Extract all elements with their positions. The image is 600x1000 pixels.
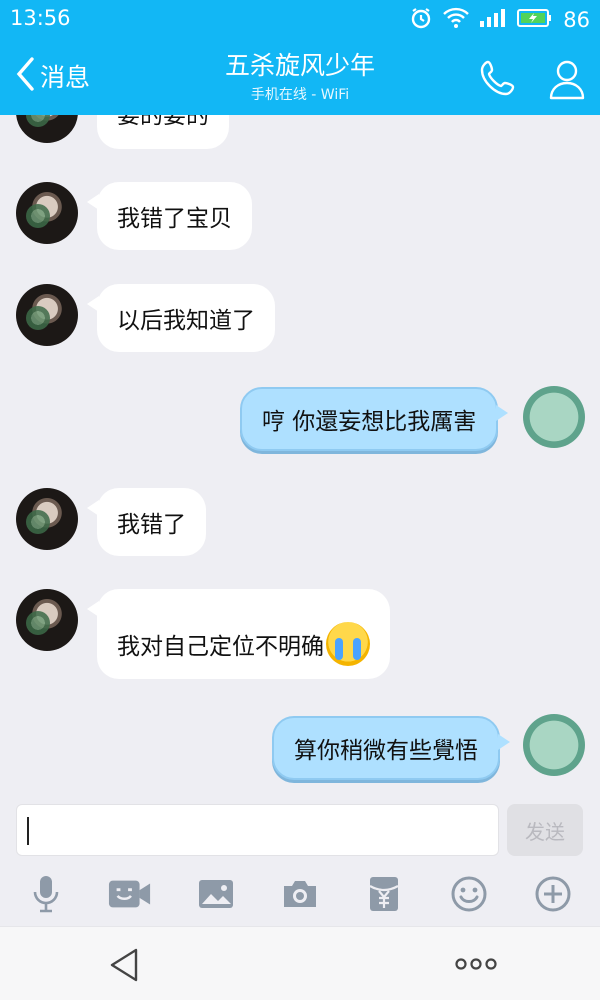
message-input[interactable] (16, 804, 499, 856)
alarm-icon (409, 6, 433, 34)
message-bubble-incoming[interactable]: 我错了 (87, 488, 206, 556)
status-time: 13:56 (10, 6, 71, 30)
battery-level: 86 (563, 8, 590, 32)
message-list[interactable]: 要的要的 我错了宝贝 以后我知道了 哼 你還妄想比我厲害 我错了 我对自己定位不… (0, 115, 600, 798)
message-text: 算你稍微有些覺悟 (294, 738, 478, 764)
more-dots-icon[interactable] (454, 956, 498, 975)
contact-avatar[interactable] (16, 488, 78, 550)
contact-avatar[interactable] (16, 182, 78, 244)
send-button[interactable]: 发送 (507, 804, 583, 856)
my-avatar[interactable] (523, 714, 585, 776)
message-text: 我对自己定位不明确 (117, 634, 324, 660)
chat-header: 消息 五杀旋风少年 手机在线 - WiFi (0, 40, 600, 115)
contact-name: 五杀旋风少年 (224, 51, 375, 80)
crying-face-icon (326, 622, 370, 666)
contact-info[interactable]: 五杀旋风少年 手机在线 - WiFi (150, 50, 450, 104)
message-text: 要的要的 (117, 115, 209, 129)
image-icon[interactable] (194, 872, 238, 916)
wifi-icon (443, 7, 470, 33)
contact-status: 手机在线 - WiFi (250, 87, 350, 103)
message-bubble-outgoing[interactable]: 哼 你還妄想比我厲害 (240, 387, 509, 451)
plus-icon[interactable] (531, 872, 575, 916)
signal-icon (479, 8, 507, 32)
red-packet-icon[interactable] (362, 872, 406, 916)
contact-avatar[interactable] (16, 284, 78, 346)
back-button[interactable]: 消息 (14, 56, 90, 96)
message-bubble-incoming[interactable]: 以后我知道了 (87, 284, 275, 352)
battery-icon (517, 8, 553, 32)
compose-toolbar (0, 860, 600, 926)
contact-avatar[interactable] (16, 115, 78, 143)
my-avatar[interactable] (523, 386, 585, 448)
contact-avatar[interactable] (16, 589, 78, 651)
message-bubble-incoming[interactable]: 我错了宝贝 (87, 182, 252, 250)
message-bubble-outgoing[interactable]: 算你稍微有些覺悟 (272, 716, 510, 780)
chevron-left-icon (14, 56, 36, 96)
phone-icon[interactable] (478, 58, 518, 102)
message-text: 我错了宝贝 (117, 206, 232, 232)
back-label: 消息 (40, 63, 91, 92)
nav-back-icon[interactable] (108, 947, 140, 987)
status-bar: 13:56 86 (0, 0, 600, 40)
message-bubble-incoming[interactable]: 我对自己定位不明确 (87, 589, 390, 679)
video-call-icon[interactable] (108, 872, 152, 916)
system-nav-bar (0, 926, 600, 1000)
message-text: 哼 你還妄想比我厲害 (262, 409, 477, 435)
microphone-icon[interactable] (24, 872, 68, 916)
emoji-icon[interactable] (447, 872, 491, 916)
camera-icon[interactable] (278, 872, 322, 916)
message-text: 我错了 (117, 512, 186, 538)
message-text: 以后我知道了 (117, 308, 255, 334)
profile-icon[interactable] (548, 58, 586, 104)
text-caret (27, 817, 29, 845)
compose-bar: 发送 (0, 798, 600, 860)
message-bubble-incoming[interactable]: 要的要的 (97, 115, 229, 149)
